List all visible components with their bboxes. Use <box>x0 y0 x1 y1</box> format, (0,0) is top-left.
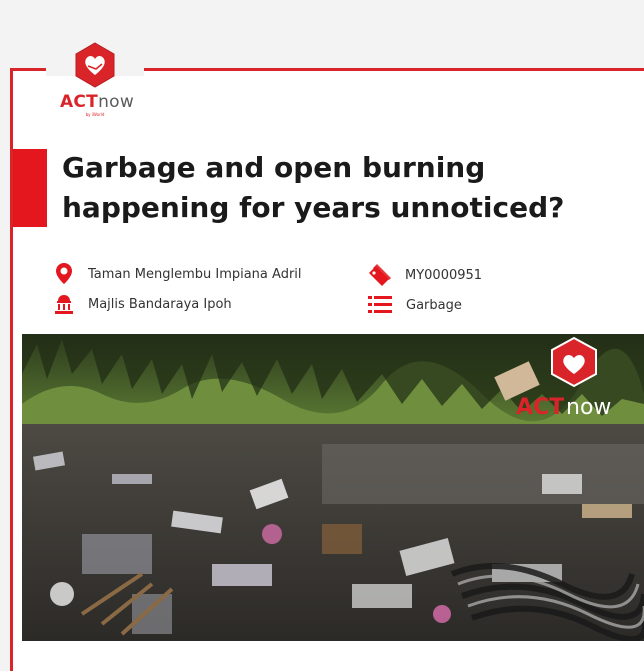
council-text: Majlis Bandaraya Ipoh <box>88 296 232 312</box>
brand-tagline: by iWorld <box>85 112 105 117</box>
brand-now: now <box>98 92 135 112</box>
location-text: Taman Menglembu Impiana Adril <box>88 266 302 282</box>
brand-act: ACT <box>59 92 99 112</box>
actnow-logo: ACTnow by iWorld <box>47 42 143 122</box>
category-text: Garbage <box>406 297 462 313</box>
report-photo: ACT now <box>22 334 644 641</box>
watermark-act: ACT <box>516 395 564 420</box>
location-row: Taman Menglembu Impiana Adril <box>54 262 302 286</box>
council-building-icon <box>55 295 73 314</box>
report-title: Garbage and open burning happening for y… <box>62 151 565 224</box>
title-accent-bar <box>13 149 47 227</box>
category-row: Garbage <box>368 294 462 316</box>
watermark-now: now <box>566 395 611 420</box>
brand-name: ACTnow <box>51 92 143 112</box>
list-icon <box>368 296 392 313</box>
council-row: Majlis Bandaraya Ipoh <box>54 293 232 315</box>
tag-icon <box>369 264 391 286</box>
garbage-photo-illustration: ACT now <box>22 334 644 641</box>
report-id-row: MY0000951 <box>367 264 482 286</box>
report-id-text: MY0000951 <box>405 267 483 283</box>
heart-hand-icon <box>75 42 115 88</box>
location-pin-icon <box>56 263 72 284</box>
